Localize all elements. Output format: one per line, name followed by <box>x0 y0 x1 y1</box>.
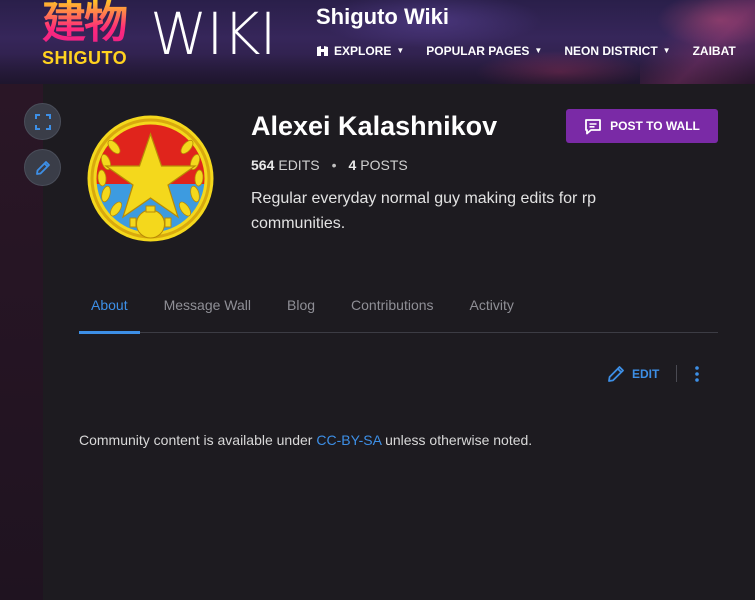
nav-neon-district-label: NEON DISTRICT <box>564 44 658 58</box>
actions-divider <box>676 365 677 382</box>
edits-label[interactable]: EDITS <box>278 156 319 174</box>
site-logo-subtitle[interactable]: SHIGUTO <box>42 48 140 68</box>
post-to-wall-label: POST TO WALL <box>610 119 700 133</box>
emblem-avatar-image <box>87 115 214 242</box>
profile-bio: Regular everyday normal guy making edits… <box>251 190 597 232</box>
posts-count: 4 <box>348 157 357 173</box>
nav-explore-label: EXPLORE <box>334 44 392 58</box>
profile-tabs: About Message Wall Blog Contributions Ac… <box>79 290 718 334</box>
nav-popular-pages-label: POPULAR PAGES <box>426 44 530 58</box>
site-title[interactable]: Shiguto Wiki <box>316 4 449 30</box>
edit-about-button[interactable]: EDIT <box>606 364 659 384</box>
nav-explore[interactable]: EXPLORE ▼ <box>316 42 404 60</box>
tab-message-wall[interactable]: Message Wall <box>164 290 263 333</box>
chevron-down-icon: ▼ <box>396 46 405 55</box>
tab-contributions[interactable]: Contributions <box>351 290 446 333</box>
license-prefix: Community content is available under <box>79 432 317 448</box>
kebab-menu-icon <box>695 366 699 382</box>
profile-username: Alexei Kalashnikov <box>251 111 498 141</box>
message-bubble-icon <box>585 118 602 134</box>
license-notice: Community content is available under CC-… <box>79 431 639 449</box>
edits-count: 564 <box>251 157 275 173</box>
user-avatar[interactable] <box>86 114 215 243</box>
site-logo-wiki[interactable]: WIKI <box>150 4 277 64</box>
more-options-button[interactable] <box>690 364 704 384</box>
chevron-down-icon: ▼ <box>662 46 671 55</box>
site-logo-kanji[interactable]: 建物 <box>42 0 138 48</box>
post-to-wall-button[interactable]: POST TO WALL <box>566 109 718 143</box>
nav-zaibat-label: ZAIBAT <box>692 44 736 58</box>
pencil-icon <box>35 160 50 175</box>
tab-blog[interactable]: Blog <box>287 290 327 333</box>
edit-profile-button[interactable] <box>24 149 61 186</box>
edit-label: EDIT <box>632 367 660 381</box>
top-navigation: EXPLORE ▼ POPULAR PAGES ▼ NEON DISTRICT … <box>316 42 755 60</box>
nav-zaibat[interactable]: ZAIBAT <box>693 42 736 60</box>
tab-about[interactable]: About <box>79 290 140 334</box>
pencil-icon <box>608 366 624 382</box>
tab-activity[interactable]: Activity <box>470 290 526 333</box>
site-header: 建物 SHIGUTO WIKI Shiguto Wiki EXPLORE ▼ P… <box>0 0 755 84</box>
expand-icon <box>34 113 51 130</box>
explore-icon <box>317 46 328 56</box>
nav-popular-pages[interactable]: POPULAR PAGES ▼ <box>426 42 542 60</box>
chevron-down-icon: ▼ <box>534 46 543 55</box>
profile-stats: 564 EDITS • 4 POSTS <box>251 156 408 174</box>
license-link[interactable]: CC-BY-SA <box>316 432 381 448</box>
fullscreen-button[interactable] <box>24 103 61 140</box>
nav-neon-district[interactable]: NEON DISTRICT ▼ <box>564 42 670 60</box>
stats-separator: • <box>331 157 337 173</box>
license-suffix: unless otherwise noted. <box>381 432 533 448</box>
posts-label[interactable]: POSTS <box>360 156 407 174</box>
